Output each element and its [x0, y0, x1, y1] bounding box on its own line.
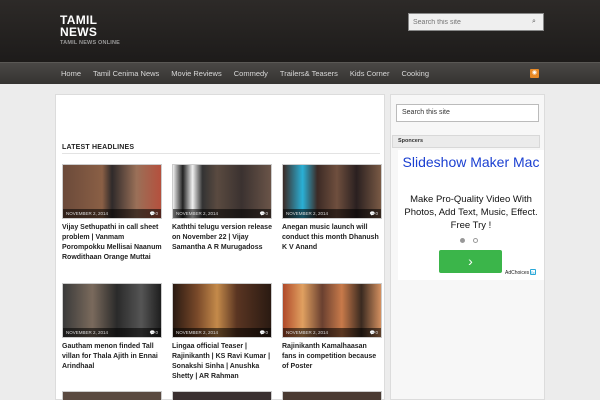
post-thumbnail[interactable]: NOVEMBER 2, 2014 💬0	[282, 283, 382, 338]
section-divider	[62, 153, 380, 154]
nav-item-home[interactable]: Home	[55, 63, 87, 85]
post-date: NOVEMBER 2, 2014	[66, 330, 109, 335]
post-card[interactable]: NOVEMBER 2, 2014 💬0 Rajinikanth Kamalhaas…	[282, 283, 382, 372]
post-thumbnail[interactable]: NOVEMBER 2, 2014 💬0	[172, 283, 272, 338]
nav-item-commedy[interactable]: Commedy	[228, 63, 274, 85]
comment-count[interactable]: 💬0	[370, 328, 378, 337]
post-card[interactable]: NOVEMBER 2, 2014 💬0 Kaththi telugu versio…	[172, 164, 272, 253]
adchoices-link[interactable]: AdChoices ▷	[505, 269, 537, 276]
site-header: TAMIL NEWS TAMIL NEWS ONLINE ⌕	[0, 0, 600, 62]
header-search[interactable]: ⌕	[408, 13, 544, 31]
main-nav: Home Tamil Cenima News Movie Reviews Com…	[0, 62, 600, 84]
post-thumbnail[interactable]	[62, 391, 162, 400]
post-title[interactable]: Kaththi telugu version release on Novemb…	[172, 223, 272, 253]
header-search-input[interactable]	[409, 18, 527, 26]
logo-line-2[interactable]: NEWS	[60, 26, 97, 38]
rss-icon[interactable]: ◉	[530, 69, 539, 78]
post-card[interactable]: NOVEMBER 2, 2014 💬0 Lingaa official Tease…	[172, 283, 272, 382]
sponsors-heading: Sponcers	[392, 135, 540, 148]
post-thumbnail[interactable]: NOVEMBER 2, 2014 💬0	[282, 164, 382, 219]
adchoices-icon[interactable]: ▷	[530, 269, 537, 275]
comment-count-value[interactable]: 0	[375, 330, 378, 335]
nav-item-kids-corner[interactable]: Kids Corner	[344, 63, 396, 85]
post-title[interactable]: Rajinikanth Kamalhaasan fans in competit…	[282, 342, 382, 372]
sidebar-search-input[interactable]: Search this site	[396, 104, 539, 122]
comment-count[interactable]: 💬0	[150, 209, 158, 218]
comment-count-value[interactable]: 0	[375, 211, 378, 216]
post-card[interactable]: NOVEMBER 2, 2014 💬0 Gautham menon finded …	[62, 283, 162, 372]
post-date: NOVEMBER 2, 2014	[176, 330, 219, 335]
post-title[interactable]: Anegan music launch will conduct this mo…	[282, 223, 382, 253]
post-thumbnail[interactable]: NOVEMBER 2, 2014 💬0	[62, 283, 162, 338]
post-card[interactable]: NOVEMBER 2, 2014 💬0 Anegan music launch w…	[282, 164, 382, 253]
main-content: LATEST HEADLINES NOVEMBER 2, 2014 💬0 Vija…	[55, 94, 385, 400]
comment-count[interactable]: 💬0	[370, 209, 378, 218]
post-card[interactable]	[172, 391, 272, 400]
post-title[interactable]: Lingaa official Teaser | Rajinikanth | K…	[172, 342, 272, 382]
nav-item-trailers-teasers[interactable]: Trailers& Teasers	[274, 63, 344, 85]
nav-item-tamil-cenima-news[interactable]: Tamil Cenima News	[87, 63, 165, 85]
post-thumbnail[interactable]	[172, 391, 272, 400]
nav-item-movie-reviews[interactable]: Movie Reviews	[165, 63, 227, 85]
nav-item-cooking[interactable]: Cooking	[395, 63, 435, 85]
site-logo[interactable]: TAMIL NEWS	[60, 14, 97, 38]
post-date: NOVEMBER 2, 2014	[286, 330, 329, 335]
comment-count-value[interactable]: 0	[155, 211, 158, 216]
post-date: NOVEMBER 2, 2014	[286, 211, 329, 216]
post-thumbnail[interactable]	[282, 391, 382, 400]
ad-carousel-dots[interactable]	[460, 238, 478, 243]
ad-next-button[interactable]: ›	[439, 250, 502, 273]
comment-count[interactable]: 💬0	[260, 209, 268, 218]
post-thumbnail[interactable]: NOVEMBER 2, 2014 💬0	[172, 164, 272, 219]
carousel-dot[interactable]	[473, 238, 478, 243]
post-title[interactable]: Vijay Sethupathi in call sheet problem |…	[62, 223, 162, 263]
post-date: NOVEMBER 2, 2014	[66, 211, 109, 216]
comment-count-value[interactable]: 0	[265, 330, 268, 335]
site-tagline: TAMIL NEWS ONLINE	[60, 40, 121, 46]
adchoices-label[interactable]: AdChoices	[505, 270, 529, 276]
carousel-dot-active[interactable]	[460, 238, 465, 243]
post-card[interactable]	[62, 391, 162, 400]
post-title[interactable]: Gautham menon finded Tall villan for Tha…	[62, 342, 162, 372]
post-date: NOVEMBER 2, 2014	[176, 211, 219, 216]
comment-count[interactable]: 💬0	[150, 328, 158, 337]
ad-banner[interactable]: Slideshow Maker Mac Make Pro-Quality Vid…	[398, 150, 544, 280]
search-icon[interactable]: ⌕	[527, 18, 541, 26]
post-card[interactable]	[282, 391, 382, 400]
comment-count[interactable]: 💬0	[260, 328, 268, 337]
ad-title[interactable]: Slideshow Maker Mac	[398, 154, 544, 171]
post-thumbnail[interactable]: NOVEMBER 2, 2014 💬0	[62, 164, 162, 219]
comment-count-value[interactable]: 0	[155, 330, 158, 335]
ad-body[interactable]: Make Pro-Quality Video With Photos, Add …	[398, 193, 544, 232]
post-card[interactable]: NOVEMBER 2, 2014 💬0 Vijay Sethupathi in c…	[62, 164, 162, 263]
section-title: LATEST HEADLINES	[62, 144, 135, 151]
comment-count-value[interactable]: 0	[265, 211, 268, 216]
